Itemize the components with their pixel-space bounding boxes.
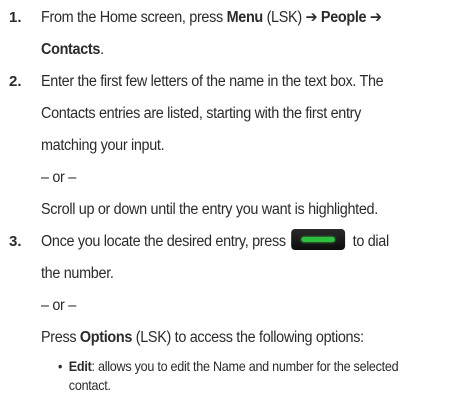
step-3-text: Once you locate the desired entry, press… xyxy=(41,226,433,354)
options-term: Options xyxy=(79,329,133,346)
step-3-or: – or – xyxy=(41,297,76,314)
step-3-line-1: Once you locate the desired entry, press… xyxy=(41,226,433,258)
bullet-marker: • xyxy=(58,358,63,374)
step-3-text-a: Once you locate the desired entry, press xyxy=(41,233,286,250)
menu-term: Menu xyxy=(226,9,264,26)
send-call-key-icon xyxy=(291,229,346,250)
step-2-line-3: matching your input. xyxy=(41,137,165,154)
step-3-text-d: (LSK) to access the following options: xyxy=(132,329,364,346)
step-2-text: Enter the first few letters of the name … xyxy=(41,66,433,226)
step-3-number: 3. xyxy=(9,233,22,250)
step-1-text-b: (LSK) xyxy=(262,9,306,26)
step-1-text-c: . xyxy=(100,41,104,58)
step-1-text-a: From the Home screen, press xyxy=(41,9,227,26)
step-2-line-2: Contacts entries are listed, starting wi… xyxy=(41,105,362,122)
call-key-green-bar xyxy=(301,237,336,242)
step-1-text: From the Home screen, press Menu (LSK) ➔… xyxy=(41,2,433,66)
step-1-number: 1. xyxy=(9,9,22,26)
arrow-icon: ➔ xyxy=(369,9,382,26)
bullet-text: Edit: allows you to edit the Name and nu… xyxy=(58,357,456,395)
bullet-text-2: contact. xyxy=(68,377,111,393)
edit-term: Edit xyxy=(68,358,92,374)
contacts-term: Contacts xyxy=(41,41,101,58)
step-1-line-1: From the Home screen, press Menu (LSK) ➔… xyxy=(41,2,433,34)
step-2-line-1: Enter the first few letters of the name … xyxy=(41,73,384,90)
step-2-number: 2. xyxy=(9,73,22,90)
step-2-or: – or – xyxy=(41,169,76,186)
instructions-page: 1. From the Home screen, press Menu (LSK… xyxy=(0,0,466,416)
step-3-text-c: Press xyxy=(41,329,80,346)
people-term: People xyxy=(317,9,370,26)
step-1-line-2: Contacts. xyxy=(41,34,433,66)
edit-option-bullet: • Edit: allows you to edit the Name and … xyxy=(58,357,418,395)
step-3-line-4: Press Options (LSK) to access the follow… xyxy=(41,322,433,354)
step-3-text-b: to dial xyxy=(352,233,390,250)
bullet-text-1: : allows you to edit the Name and number… xyxy=(91,358,399,374)
step-2-alt: Scroll up or down until the entry you wa… xyxy=(41,201,378,218)
step-3-line-2: the number. xyxy=(41,265,114,282)
arrow-icon: ➔ xyxy=(305,9,318,26)
